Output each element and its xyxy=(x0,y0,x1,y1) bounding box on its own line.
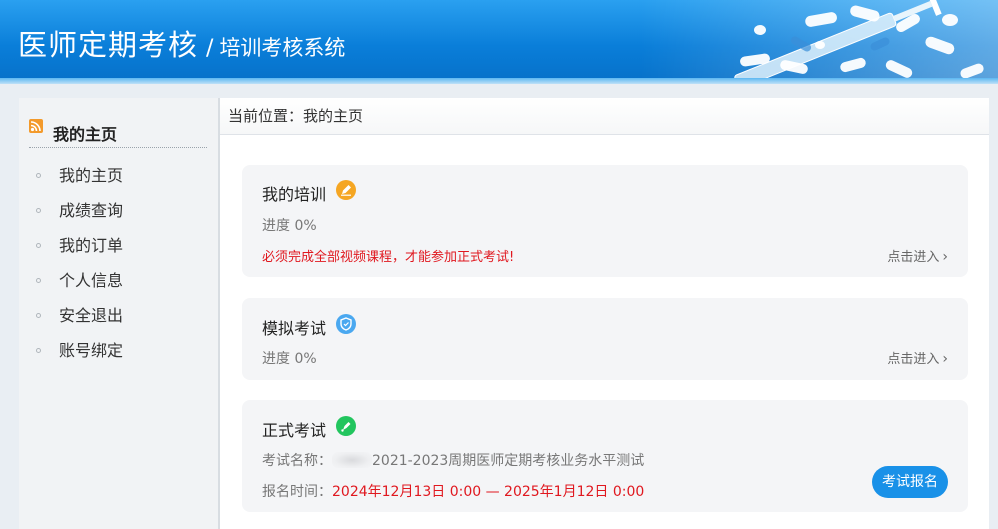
exam-name-row: 考试名称： 2021-2023周期医师定期考核业务水平测试 xyxy=(262,450,644,470)
sidebar-item-home[interactable]: 我的主页 xyxy=(29,158,123,193)
sidebar-item-profile[interactable]: 个人信息 xyxy=(29,263,123,298)
chevron-right-icon: › xyxy=(942,351,948,367)
bullet-icon xyxy=(36,348,41,353)
title-separator: / xyxy=(206,36,214,61)
exam-name-value: 2021-2023周期医师定期考核业务水平测试 xyxy=(372,453,645,469)
signup-time-label: 报名时间： xyxy=(262,484,332,500)
sidebar-item-label: 我的订单 xyxy=(59,236,124,255)
sidebar-item-scores[interactable]: 成绩查询 xyxy=(29,193,123,228)
sidebar-item-label: 安全退出 xyxy=(59,306,124,325)
rss-icon xyxy=(29,119,43,133)
breadcrumb: 当前位置：我的主页 xyxy=(220,98,989,135)
sidebar-item-logout[interactable]: 安全退出 xyxy=(29,298,123,333)
exam-signup-button[interactable]: 考试报名 xyxy=(872,466,948,498)
bullet-icon xyxy=(36,243,41,248)
chevron-right-icon: › xyxy=(942,249,948,265)
enter-link-label: 点击进入 xyxy=(887,352,940,367)
sidebar-item-account-binding[interactable]: 账号绑定 xyxy=(29,333,123,368)
sidebar-title: 我的主页 xyxy=(53,125,118,144)
sidebar-item-label: 个人信息 xyxy=(59,271,124,290)
redacted-text xyxy=(332,452,372,468)
training-progress: 进度 0% xyxy=(262,218,317,234)
breadcrumb-current: 我的主页 xyxy=(303,107,364,125)
bullet-icon xyxy=(36,173,41,178)
sidebar-item-label: 成绩查询 xyxy=(59,201,124,220)
sidebar-item-label: 我的主页 xyxy=(59,166,124,185)
main-content: 当前位置：我的主页 我的培训 进度 0% 必须完成全部视频课程，才能参加正式考试… xyxy=(219,98,989,529)
mock-exam-progress: 进度 0% xyxy=(262,351,317,367)
brand: 医师定期考核 / 培训考核系统 xyxy=(18,22,345,64)
sidebar-header: 我的主页 xyxy=(29,118,207,148)
formal-exam-title: 正式考试 xyxy=(262,421,327,440)
training-warning: 必须完成全部视频课程，才能参加正式考试! xyxy=(262,250,515,265)
signup-time-row: 报名时间：2024年12月13日 0:00 — 2025年1月12日 0:00 xyxy=(262,481,644,501)
app-header: 医师定期考核 / 培训考核系统 xyxy=(0,0,998,84)
mock-exam-card: 模拟考试 进度 0% 点击进入 › xyxy=(242,298,968,380)
training-card: 我的培训 进度 0% 必须完成全部视频课程，才能参加正式考试! 点击进入 › xyxy=(242,165,968,277)
breadcrumb-prefix: 当前位置： xyxy=(228,107,304,125)
training-title: 我的培训 xyxy=(262,185,327,204)
medical-banner-image xyxy=(640,0,998,84)
sidebar-item-label: 账号绑定 xyxy=(59,341,124,360)
shield-icon xyxy=(336,314,356,334)
app-title: 医师定期考核 xyxy=(18,28,199,62)
bullet-icon xyxy=(36,313,41,318)
enter-link-label: 点击进入 xyxy=(887,250,940,265)
app-subtitle: 培训考核系统 xyxy=(219,36,346,60)
bullet-icon xyxy=(36,208,41,213)
sidebar-nav: 我的主页 成绩查询 我的订单 个人信息 安全退出 账号绑定 xyxy=(29,158,123,368)
pen-icon xyxy=(336,180,356,200)
exam-name-label: 考试名称： xyxy=(262,453,332,469)
training-enter-link[interactable]: 点击进入 › xyxy=(887,246,948,265)
sidebar-item-orders[interactable]: 我的订单 xyxy=(29,228,123,263)
mock-exam-title: 模拟考试 xyxy=(262,319,327,338)
mock-exam-enter-link[interactable]: 点击进入 › xyxy=(887,348,948,367)
signup-time-value: 2024年12月13日 0:00 — 2025年1月12日 0:00 xyxy=(332,484,645,500)
sidebar: 我的主页 我的主页 成绩查询 我的订单 个人信息 安全退出 账号绑定 xyxy=(19,98,219,529)
bullet-icon xyxy=(36,278,41,283)
formal-exam-card: 正式考试 考试名称： 2021-2023周期医师定期考核业务水平测试 报名时间：2… xyxy=(242,400,968,512)
pen-tool-icon xyxy=(336,416,356,436)
